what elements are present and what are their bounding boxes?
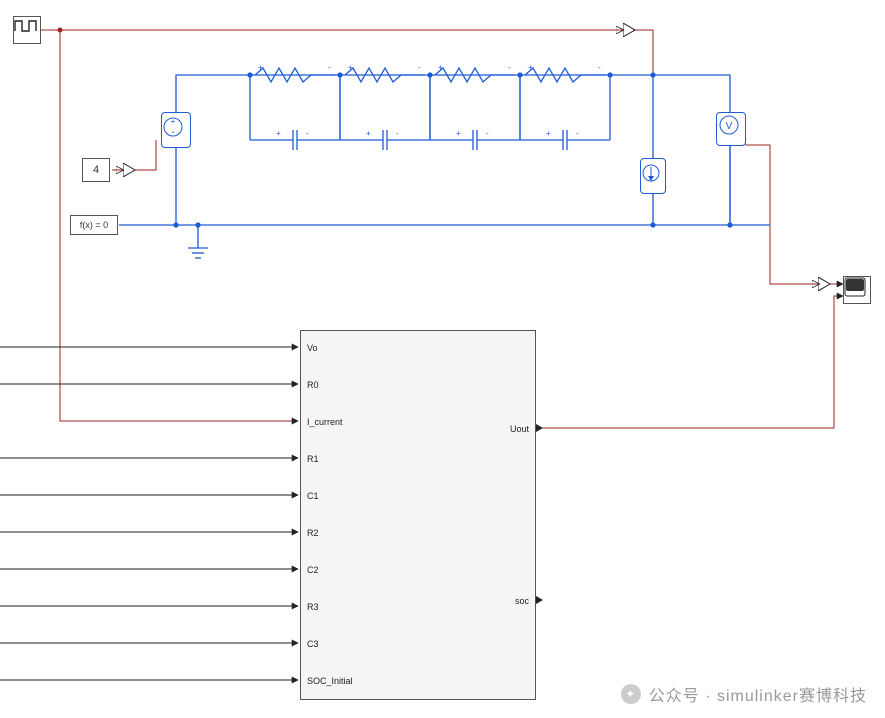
ground-icon bbox=[188, 248, 208, 258]
svg-text:+: + bbox=[258, 63, 263, 72]
subsystem-block[interactable]: Vo R0 I_current R1 C1 R2 C2 R3 C3 SOC_In… bbox=[300, 330, 536, 700]
current-source-block[interactable] bbox=[640, 158, 666, 194]
rc-stage-4 bbox=[520, 68, 610, 150]
subsystem-input-wires bbox=[0, 347, 298, 680]
svg-text:-: - bbox=[396, 129, 399, 138]
svg-text:+: + bbox=[348, 63, 353, 72]
svg-text:-: - bbox=[306, 129, 309, 138]
voltmeter-icon: V bbox=[717, 113, 741, 139]
rc-stage-2 bbox=[340, 68, 430, 150]
port-label-c1: C1 bbox=[307, 491, 319, 501]
electrical-wires bbox=[119, 68, 770, 248]
svg-text:-: - bbox=[598, 63, 601, 72]
solver-config-block[interactable]: f(x) = 0 bbox=[70, 215, 118, 235]
current-source-icon bbox=[641, 159, 661, 187]
svg-text:+: + bbox=[366, 129, 371, 138]
scope-icon bbox=[844, 277, 866, 297]
port-label-r3: R3 bbox=[307, 602, 319, 612]
svg-text:+: + bbox=[438, 63, 443, 72]
voltage-source-icon: + - bbox=[162, 113, 184, 141]
controlled-voltage-source-block[interactable]: + - bbox=[161, 112, 191, 148]
port-label-soc: soc bbox=[515, 596, 529, 606]
rc-stage-1 bbox=[250, 68, 340, 150]
svg-text:-: - bbox=[486, 129, 489, 138]
scope-block[interactable] bbox=[843, 276, 871, 304]
svg-text:V: V bbox=[726, 121, 733, 132]
watermark-prefix: 公众号 · bbox=[649, 688, 717, 705]
pulse-generator-block[interactable] bbox=[13, 16, 41, 44]
constant-value: 4 bbox=[93, 164, 99, 176]
svg-text:+: + bbox=[171, 117, 176, 126]
port-label-soc-init: SOC_Initial bbox=[307, 676, 353, 686]
pulse-icon bbox=[14, 17, 38, 35]
svg-text:-: - bbox=[576, 129, 579, 138]
watermark-name: simulinker赛博科技 bbox=[717, 688, 867, 705]
svg-text:-: - bbox=[418, 63, 421, 72]
constant-block[interactable]: 4 bbox=[82, 158, 110, 182]
svg-text:-: - bbox=[171, 127, 174, 138]
port-label-c3: C3 bbox=[307, 639, 319, 649]
svg-text:-: - bbox=[508, 63, 511, 72]
voltage-sensor-block[interactable]: V bbox=[716, 112, 746, 146]
port-label-r2: R2 bbox=[307, 528, 319, 538]
sim-to-phys-icon-top bbox=[623, 23, 637, 37]
svg-text:+: + bbox=[276, 129, 281, 138]
watermark: ✦ 公众号 · simulinker赛博科技 bbox=[621, 682, 867, 706]
port-label-uout: Uout bbox=[510, 424, 529, 434]
wechat-icon: ✦ bbox=[621, 684, 641, 704]
solver-label: f(x) = 0 bbox=[80, 220, 108, 230]
svg-text:+: + bbox=[456, 129, 461, 138]
port-arrow-uout bbox=[536, 424, 543, 432]
rc-stage-3 bbox=[430, 68, 520, 150]
port-label-r1: R1 bbox=[307, 454, 319, 464]
port-label-i-current: I_current bbox=[307, 417, 343, 427]
sim-to-phys-icon bbox=[123, 163, 137, 177]
phys-to-sim-icon bbox=[818, 277, 832, 291]
port-arrow-soc bbox=[536, 596, 543, 604]
port-label-vo: Vo bbox=[307, 343, 318, 353]
port-label-c2: C2 bbox=[307, 565, 319, 575]
port-label-r0: R0 bbox=[307, 380, 319, 390]
svg-text:+: + bbox=[546, 129, 551, 138]
svg-text:+: + bbox=[528, 63, 533, 72]
svg-text:-: - bbox=[328, 63, 331, 72]
